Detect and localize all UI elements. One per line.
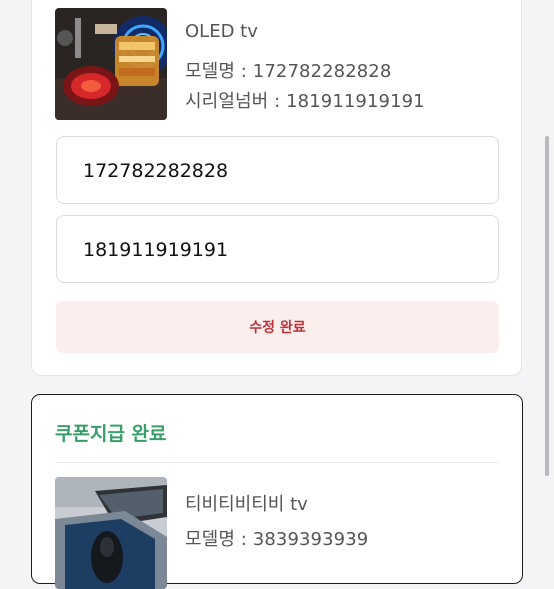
product-serial-number: 시리얼넘버 : 181911919191 [185, 91, 425, 112]
model-number-input[interactable] [81, 137, 475, 205]
coupon-status-label: 쿠폰지급 완료 [55, 423, 167, 445]
product-name: 티비티비티비 tv [185, 494, 308, 515]
page-scrollbar[interactable] [545, 136, 549, 476]
product-model-number: 모델명 : 3839393939 [185, 529, 369, 550]
coupon-issued-card: 쿠폰지급 완료 티비티비티비 tv 모델명 : 3839393939 [31, 394, 523, 589]
product-model-number: 모델명 : 172782282828 [185, 61, 392, 82]
edit-complete-label: 수정 완료 [249, 320, 306, 336]
model-number-field[interactable] [56, 136, 499, 205]
serial-number-input[interactable] [81, 216, 475, 284]
card-divider [55, 462, 499, 463]
product-name: OLED tv [185, 21, 258, 42]
product-edit-card: OLED tv 모델명 : 172782282828 시리얼넘버 : 18191… [31, 0, 522, 376]
product-thumbnail-mouse [55, 477, 167, 589]
edit-complete-button[interactable]: 수정 완료 [56, 301, 499, 353]
product-thumbnail-oled [55, 8, 167, 120]
serial-number-field[interactable] [56, 215, 499, 284]
